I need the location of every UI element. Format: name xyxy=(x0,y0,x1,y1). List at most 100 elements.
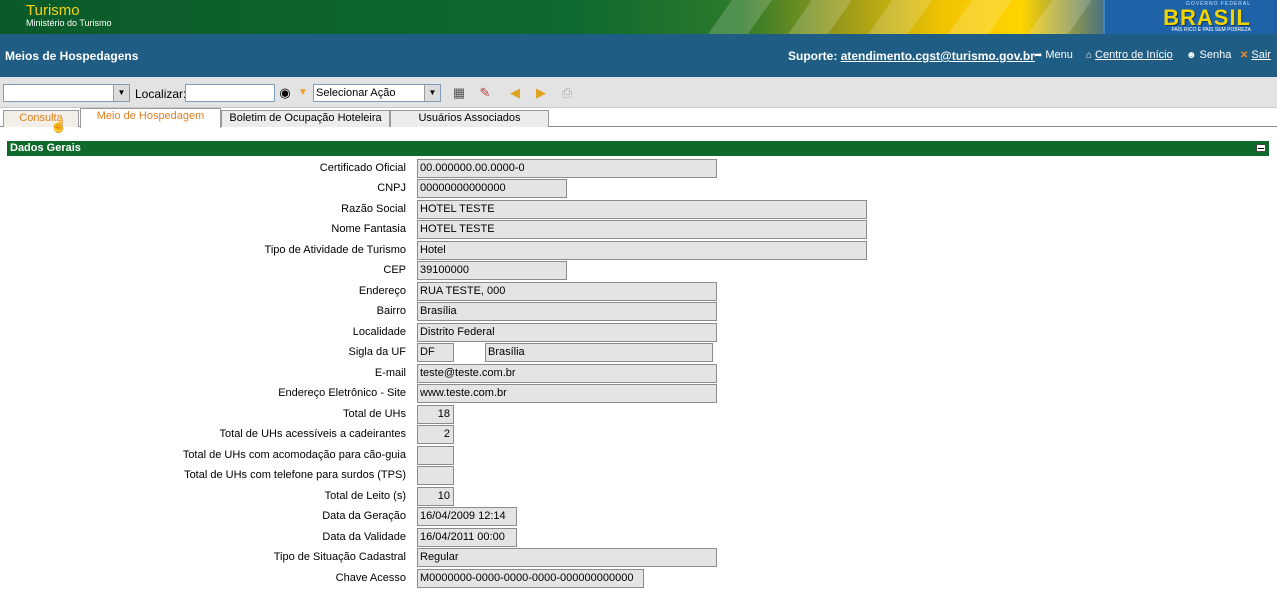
field-label: Tipo de Situação Cadastral xyxy=(273,551,406,563)
form-row: Sigla da UF DF Brasília xyxy=(0,343,1277,362)
form-row: Tipo de Atividade de Turismo Hotel xyxy=(0,241,1277,260)
form-row: E-mail teste@teste.com.br xyxy=(0,364,1277,383)
nav-menu-label: Menu xyxy=(1045,49,1073,61)
chave-acesso-field[interactable]: M0000000-0000-0000-0000-000000000000 xyxy=(417,569,644,588)
uf-name-field[interactable]: Brasília xyxy=(485,343,713,362)
form-row: Razão Social HOTEL TESTE xyxy=(0,200,1277,219)
binoculars-icon[interactable]: ◉ xyxy=(277,85,293,101)
tab-usuarios[interactable]: Usuários Associados xyxy=(390,110,549,127)
nome-fantasia-field[interactable]: HOTEL TESTE xyxy=(417,220,867,239)
eraser-icon[interactable]: ✎ xyxy=(477,85,493,101)
home-icon: ⌂ xyxy=(1086,49,1093,61)
situacao-field[interactable]: Regular xyxy=(417,548,717,567)
chevron-down-icon[interactable]: ▼ xyxy=(424,85,440,101)
tab-boletim[interactable]: Boletim de Ocupação Hoteleira xyxy=(221,110,390,127)
field-label: Chave Acesso xyxy=(335,572,406,584)
banner-decoration xyxy=(948,0,1012,34)
nav-password[interactable]: ☻ Senha xyxy=(1186,49,1231,61)
print-icon[interactable]: ⎙ xyxy=(559,85,575,101)
toolbar: ▼ Localizar: ◉ ▼ Selecionar Ação ▼ ▦ ✎ ◀… xyxy=(0,77,1277,108)
form-row: Endereço RUA TESTE, 000 xyxy=(0,282,1277,301)
form-row: Total de UHs com telefone para surdos (T… xyxy=(0,466,1277,485)
cep-field[interactable]: 39100000 xyxy=(417,261,567,280)
support-label: Suporte: xyxy=(788,49,838,63)
form-row: Data da Validade 16/04/2011 00:00 xyxy=(0,528,1277,547)
form-row: Total de UHs acessíveis a cadeirantes 2 xyxy=(0,425,1277,444)
cnpj-field[interactable]: 00000000000000 xyxy=(417,179,567,198)
total-leito-field[interactable]: 10 xyxy=(417,487,454,506)
form-row: Bairro Brasília xyxy=(0,302,1277,321)
logo-title: Turismo xyxy=(26,2,80,19)
field-label: Total de UHs xyxy=(343,408,406,420)
banner-decoration xyxy=(868,0,932,34)
tipo-atividade-field[interactable]: Hotel xyxy=(417,241,867,260)
brasil-logo: GOVERNO FEDERAL BRASIL PAÍS RICO É PAÍS … xyxy=(1103,0,1273,34)
uhs-caoguia-field[interactable] xyxy=(417,446,454,465)
localizar-input[interactable] xyxy=(185,84,275,102)
chevron-down-icon[interactable]: ▼ xyxy=(113,85,129,101)
form-row: Chave Acesso M0000000-0000-0000-0000-000… xyxy=(0,569,1277,588)
field-label: Nome Fantasia xyxy=(331,223,406,235)
nav-home[interactable]: ⌂ Centro de Início xyxy=(1086,49,1173,61)
field-label: Total de Leito (s) xyxy=(324,490,406,502)
action-select[interactable]: Selecionar Ação ▼ xyxy=(313,84,441,102)
dropdown-triangle-icon[interactable]: ▼ xyxy=(295,85,311,101)
forward-arrow-icon[interactable]: ▶ xyxy=(533,85,549,101)
menu-arrow-icon: ➦ xyxy=(1034,49,1043,61)
brasil-logo-slogan: PAÍS RICO É PAÍS SEM POBREZA xyxy=(1171,27,1251,33)
nav-menu[interactable]: ➦ Menu xyxy=(1034,49,1073,61)
data-validade-field[interactable]: 16/04/2011 00:00 xyxy=(417,528,517,547)
site-field[interactable]: www.teste.com.br xyxy=(417,384,717,403)
section-header: Dados Gerais xyxy=(7,141,1269,156)
nav-password-label: Senha xyxy=(1199,49,1232,61)
data-geracao-field[interactable]: 16/04/2009 12:14 xyxy=(417,507,517,526)
field-label: Certificado Oficial xyxy=(319,162,406,174)
logo-subtitle: Ministério do Turismo xyxy=(26,18,112,28)
form-row: Localidade Distrito Federal xyxy=(0,323,1277,342)
razao-social-field[interactable]: HOTEL TESTE xyxy=(417,200,867,219)
email-field[interactable]: teste@teste.com.br xyxy=(417,364,717,383)
field-label: Razão Social xyxy=(341,203,406,215)
field-label: Tipo de Atividade de Turismo xyxy=(264,244,406,256)
app-header: Meios de Hospedagens Suporte: atendiment… xyxy=(0,34,1277,77)
tab-meio-de-hospedagem[interactable]: Meio de Hospedagem xyxy=(80,108,221,128)
support-email-link[interactable]: atendimento.cgst@turismo.gov.br xyxy=(841,49,1035,63)
form-row: Endereço Eletrônico - Site www.teste.com… xyxy=(0,384,1277,403)
field-label: Sigla da UF xyxy=(348,346,406,358)
field-label: Data da Geração xyxy=(322,510,406,522)
tab-bar: Consulta Meio de Hospedagem Boletim de O… xyxy=(0,108,1277,128)
tab-consulta[interactable]: Consulta xyxy=(3,110,79,127)
page-title: Meios de Hospedagens xyxy=(5,49,139,63)
field-label: Total de UHs com acomodação para cão-gui… xyxy=(182,449,406,461)
banner-decoration xyxy=(788,0,852,34)
field-label: Localidade xyxy=(352,326,406,338)
banner-decoration xyxy=(1028,0,1092,34)
field-label: Endereço Eletrônico - Site xyxy=(278,387,406,399)
record-select[interactable]: ▼ xyxy=(3,84,130,102)
endereco-field[interactable]: RUA TESTE, 000 xyxy=(417,282,717,301)
field-label: Bairro xyxy=(376,305,406,317)
action-select-value: Selecionar Ação xyxy=(316,87,396,99)
section-title: Dados Gerais xyxy=(10,142,81,154)
user-icon: ☻ xyxy=(1186,49,1197,61)
save-icon[interactable]: ▦ xyxy=(451,85,467,101)
field-label: Total de UHs acessíveis a cadeirantes xyxy=(219,428,406,440)
form-row: Total de UHs 18 xyxy=(0,405,1277,424)
uf-field[interactable]: DF xyxy=(417,343,454,362)
bairro-field[interactable]: Brasília xyxy=(417,302,717,321)
banner-decoration xyxy=(708,0,772,34)
collapse-icon[interactable] xyxy=(1256,144,1266,152)
form-row: Total de Leito (s) 10 xyxy=(0,487,1277,506)
form-row: Nome Fantasia HOTEL TESTE xyxy=(0,220,1277,239)
uhs-tps-field[interactable] xyxy=(417,466,454,485)
back-arrow-icon[interactable]: ◀ xyxy=(507,85,523,101)
field-label: CNPJ xyxy=(377,182,406,194)
close-icon: ✕ xyxy=(1240,49,1249,61)
nav-logout-label: Sair xyxy=(1251,49,1271,61)
total-uhs-field[interactable]: 18 xyxy=(417,405,454,424)
nav-logout[interactable]: ✕ Sair xyxy=(1240,49,1271,61)
uhs-cadeirantes-field[interactable]: 2 xyxy=(417,425,454,444)
localidade-field[interactable]: Distrito Federal xyxy=(417,323,717,342)
form-row: Total de UHs com acomodação para cão-gui… xyxy=(0,446,1277,465)
certificado-field[interactable]: 00.000000.00.0000-0 xyxy=(417,159,717,178)
